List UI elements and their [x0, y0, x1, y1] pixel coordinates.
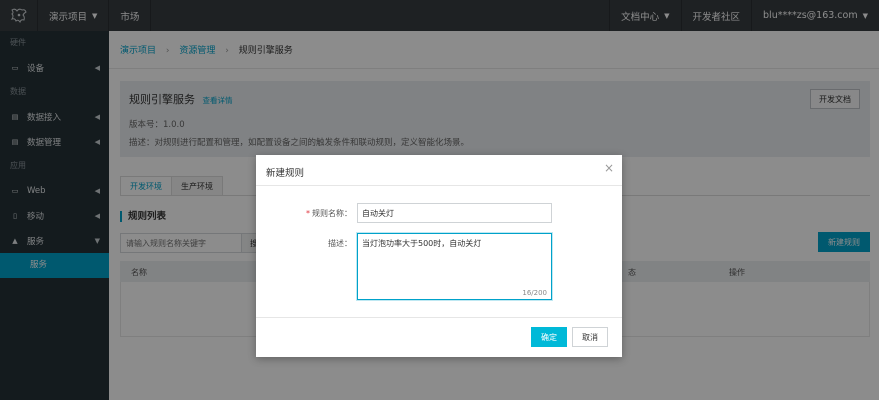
new-rule-dialog: 新建规则 × *规则名称： 描述： 当灯泡功率大于500时，自动关灯 16/20…: [256, 155, 622, 357]
rule-name-label-text: 规则名称：: [312, 209, 352, 218]
char-counter: 16/200: [522, 289, 547, 297]
description-textarea[interactable]: 当灯泡功率大于500时，自动关灯 16/200: [357, 233, 552, 300]
description-text: 当灯泡功率大于500时，自动关灯: [362, 239, 482, 248]
close-icon[interactable]: ×: [603, 161, 615, 175]
rule-name-input[interactable]: [357, 203, 552, 223]
description-label: 描述：: [328, 239, 352, 248]
dialog-footer-divider: [256, 317, 622, 318]
dialog-title: 新建规则: [266, 168, 305, 179]
rule-name-label: * 规则名称：: [262, 208, 352, 219]
cancel-button[interactable]: 取消: [572, 327, 608, 347]
dialog-header: 新建规则 ×: [256, 155, 622, 186]
confirm-button[interactable]: 确定: [531, 327, 567, 347]
required-mark: *: [306, 209, 310, 218]
